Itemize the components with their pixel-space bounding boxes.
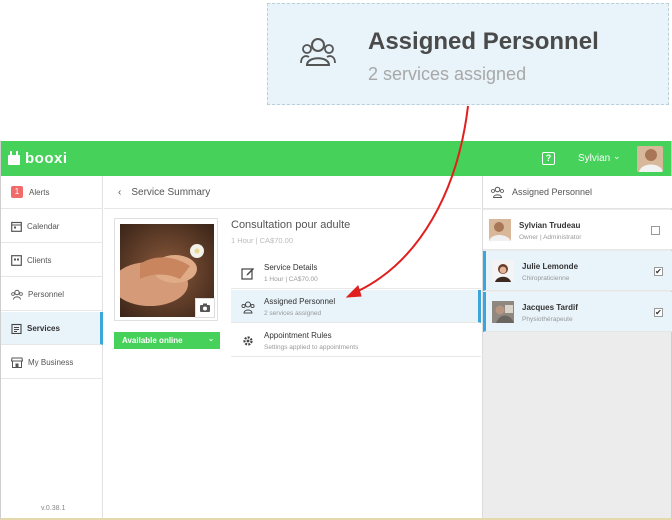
personnel-icon [491,186,504,198]
chevron-down-icon: ⌄ [208,336,214,343]
person-photo [489,219,511,241]
person-role: Chiropraticienne [522,275,570,282]
row-appointment-rules[interactable]: Appointment Rules Settings applied to ap… [231,324,481,357]
version-label: v.0.38.1 [41,505,66,512]
row-subtitle: 1 Hour | CA$70.00 [264,276,318,283]
sidebar-item-personnel[interactable]: Personnel [1,278,103,311]
clients-icon [11,254,22,266]
user-name[interactable]: Sylvian [578,153,610,164]
assigned-personnel-title: Assigned Personnel [512,187,593,197]
back-chevron-icon[interactable]: ‹ [118,187,121,198]
edit-icon [241,268,254,280]
person-photo [492,260,514,282]
sidebar-item-label: Clients [27,255,52,265]
service-photo-card[interactable] [114,218,218,321]
sidebar: 1 Alerts Calendar Clients Personnel Serv… [1,176,103,518]
callout-subtitle: 2 services assigned [368,64,527,84]
calendar-icon [11,221,22,232]
availability-label: Available online [122,336,183,345]
list-item[interactable]: Julie Lemonde Chiropraticienne ✔ [483,251,672,291]
logo-text: booxi [25,149,68,167]
personnel-icon [241,301,255,314]
sidebar-item-label: Personnel [28,289,65,299]
personnel-icon [11,289,23,300]
gear-icon [243,336,253,346]
booxi-logo[interactable]: booxi [7,147,68,169]
assign-checkbox[interactable]: ✔ [654,267,663,276]
row-assigned-personnel[interactable]: Assigned Personnel 2 services assigned [231,290,481,323]
top-bar: booxi ? Sylvian ⌄ [1,141,671,176]
row-title: Appointment Rules [264,331,332,340]
camera-icon[interactable] [195,298,215,318]
avatar[interactable] [637,146,663,172]
person-name: Julie Lemonde [522,262,579,271]
person-name: Sylvian Trudeau [519,221,581,230]
sidebar-item-alerts[interactable]: 1 Alerts [1,176,103,209]
chevron-down-icon[interactable]: ⌄ [613,151,621,162]
person-role: Physiothérapeute [522,316,573,323]
service-subtitle: 1 Hour | CA$70.00 [231,236,293,245]
sidebar-item-label: Calendar [27,221,60,231]
service-title: Consultation pour adulte [231,219,351,231]
row-service-details[interactable]: Service Details 1 Hour | CA$70.00 [231,256,481,289]
zoom-callout: Assigned Personnel 2 services assigned [267,3,669,105]
availability-dropdown[interactable]: Available online ⌄ [114,332,220,349]
assigned-personnel-header: Assigned Personnel [483,176,672,209]
sidebar-item-clients[interactable]: Clients [1,244,103,277]
booxi-logo-icon [8,151,20,165]
row-title: Assigned Personnel [264,297,336,306]
row-title: Service Details [264,263,318,272]
assign-checkbox[interactable] [651,226,660,235]
booxi-app: booxi ? Sylvian ⌄ 1 Alerts Calendar Clie… [0,141,672,520]
service-summary-title: Service Summary [131,186,211,198]
list-item[interactable]: Sylvian Trudeau Owner | Administrator [483,210,672,250]
callout-title: Assigned Personnel [368,28,599,55]
store-icon [11,357,23,368]
sidebar-item-calendar[interactable]: Calendar [1,210,103,243]
help-icon[interactable]: ? [542,152,555,165]
sidebar-item-label: Services [27,323,60,333]
person-name: Jacques Tardif [522,303,578,312]
assign-checkbox[interactable]: ✔ [654,308,663,317]
service-summary-panel: ‹ Service Summary Available online ⌄ Con… [104,176,481,518]
row-subtitle: Settings applied to appointments [264,344,359,351]
sidebar-item-my-business[interactable]: My Business [1,346,103,379]
services-icon [11,323,22,334]
person-role: Owner | Administrator [519,234,582,241]
alerts-badge: 1 [11,186,23,198]
row-subtitle: 2 services assigned [264,310,322,317]
person-photo [492,301,514,323]
service-summary-header[interactable]: ‹ Service Summary [104,176,481,209]
sidebar-item-label: Alerts [29,187,50,197]
sidebar-item-services[interactable]: Services [1,312,103,345]
sidebar-item-label: My Business [28,357,74,367]
assigned-personnel-panel: Assigned Personnel Sylvian Trudeau Owner… [482,176,672,518]
list-item[interactable]: Jacques Tardif Physiothérapeute ✔ [483,292,672,332]
personnel-icon [300,38,336,66]
